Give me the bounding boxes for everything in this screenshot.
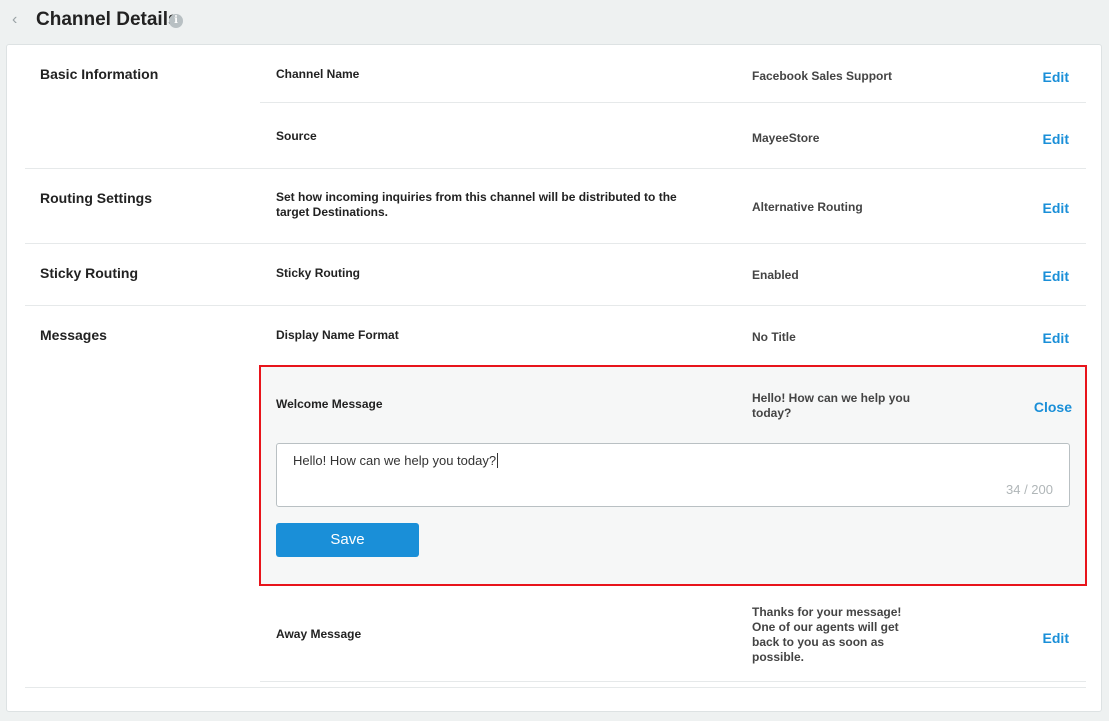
row-value-sticky-routing: Enabled (752, 268, 799, 282)
channel-details-card: Basic Information Channel Name Facebook … (6, 44, 1102, 712)
welcome-message-input-text: Hello! How can we help you today? (293, 453, 499, 468)
edit-away-message-button[interactable]: Edit (1043, 630, 1069, 646)
save-button[interactable]: Save (276, 523, 419, 557)
row-label-routing: Set how incoming inquiries from this cha… (276, 190, 677, 219)
welcome-message-editor: Welcome Message Hello! How can we help y… (259, 365, 1087, 586)
character-counter: 34 / 200 (1006, 482, 1053, 497)
divider (260, 102, 1086, 103)
row-value-display-name-format: No Title (752, 330, 796, 344)
edit-routing-button[interactable]: Edit (1043, 200, 1069, 216)
divider (25, 687, 1086, 688)
row-label-away-message: Away Message (276, 627, 362, 641)
row-label-sticky-routing: Sticky Routing (276, 266, 361, 280)
row-label-source: Source (276, 129, 317, 143)
page-header: ‹ Channel Details i (0, 0, 1109, 42)
edit-sticky-routing-button[interactable]: Edit (1043, 268, 1069, 284)
divider (25, 243, 1086, 244)
welcome-message-value: Hello! How can we help you today? (752, 391, 911, 420)
section-title-sticky-routing: Sticky Routing (40, 265, 139, 281)
row-value-routing: Alternative Routing (752, 200, 863, 214)
divider (260, 681, 1086, 682)
welcome-message-input[interactable]: Hello! How can we help you today? 34 / 2… (276, 443, 1070, 507)
edit-channel-name-button[interactable]: Edit (1043, 69, 1069, 85)
row-value-channel-name: Facebook Sales Support (752, 69, 893, 83)
row-label-channel-name: Channel Name (276, 67, 360, 81)
close-welcome-message-button[interactable]: Close (1034, 399, 1072, 415)
section-title-routing-settings: Routing Settings (40, 190, 152, 206)
page-title: Channel Details (36, 9, 179, 30)
edit-source-button[interactable]: Edit (1043, 131, 1069, 147)
row-value-source: MayeeStore (752, 131, 820, 145)
section-title-messages: Messages (40, 327, 107, 343)
row-value-away-message: Thanks for your message! One of our agen… (752, 605, 902, 664)
row-label-display-name-format: Display Name Format (276, 328, 399, 342)
divider (25, 168, 1086, 169)
info-icon[interactable]: i (169, 14, 183, 28)
chevron-left-icon[interactable]: ‹ (12, 11, 26, 29)
edit-display-name-format-button[interactable]: Edit (1043, 330, 1069, 346)
section-title-basic-information: Basic Information (40, 66, 159, 82)
welcome-message-label: Welcome Message (276, 397, 383, 411)
divider (25, 305, 1086, 306)
